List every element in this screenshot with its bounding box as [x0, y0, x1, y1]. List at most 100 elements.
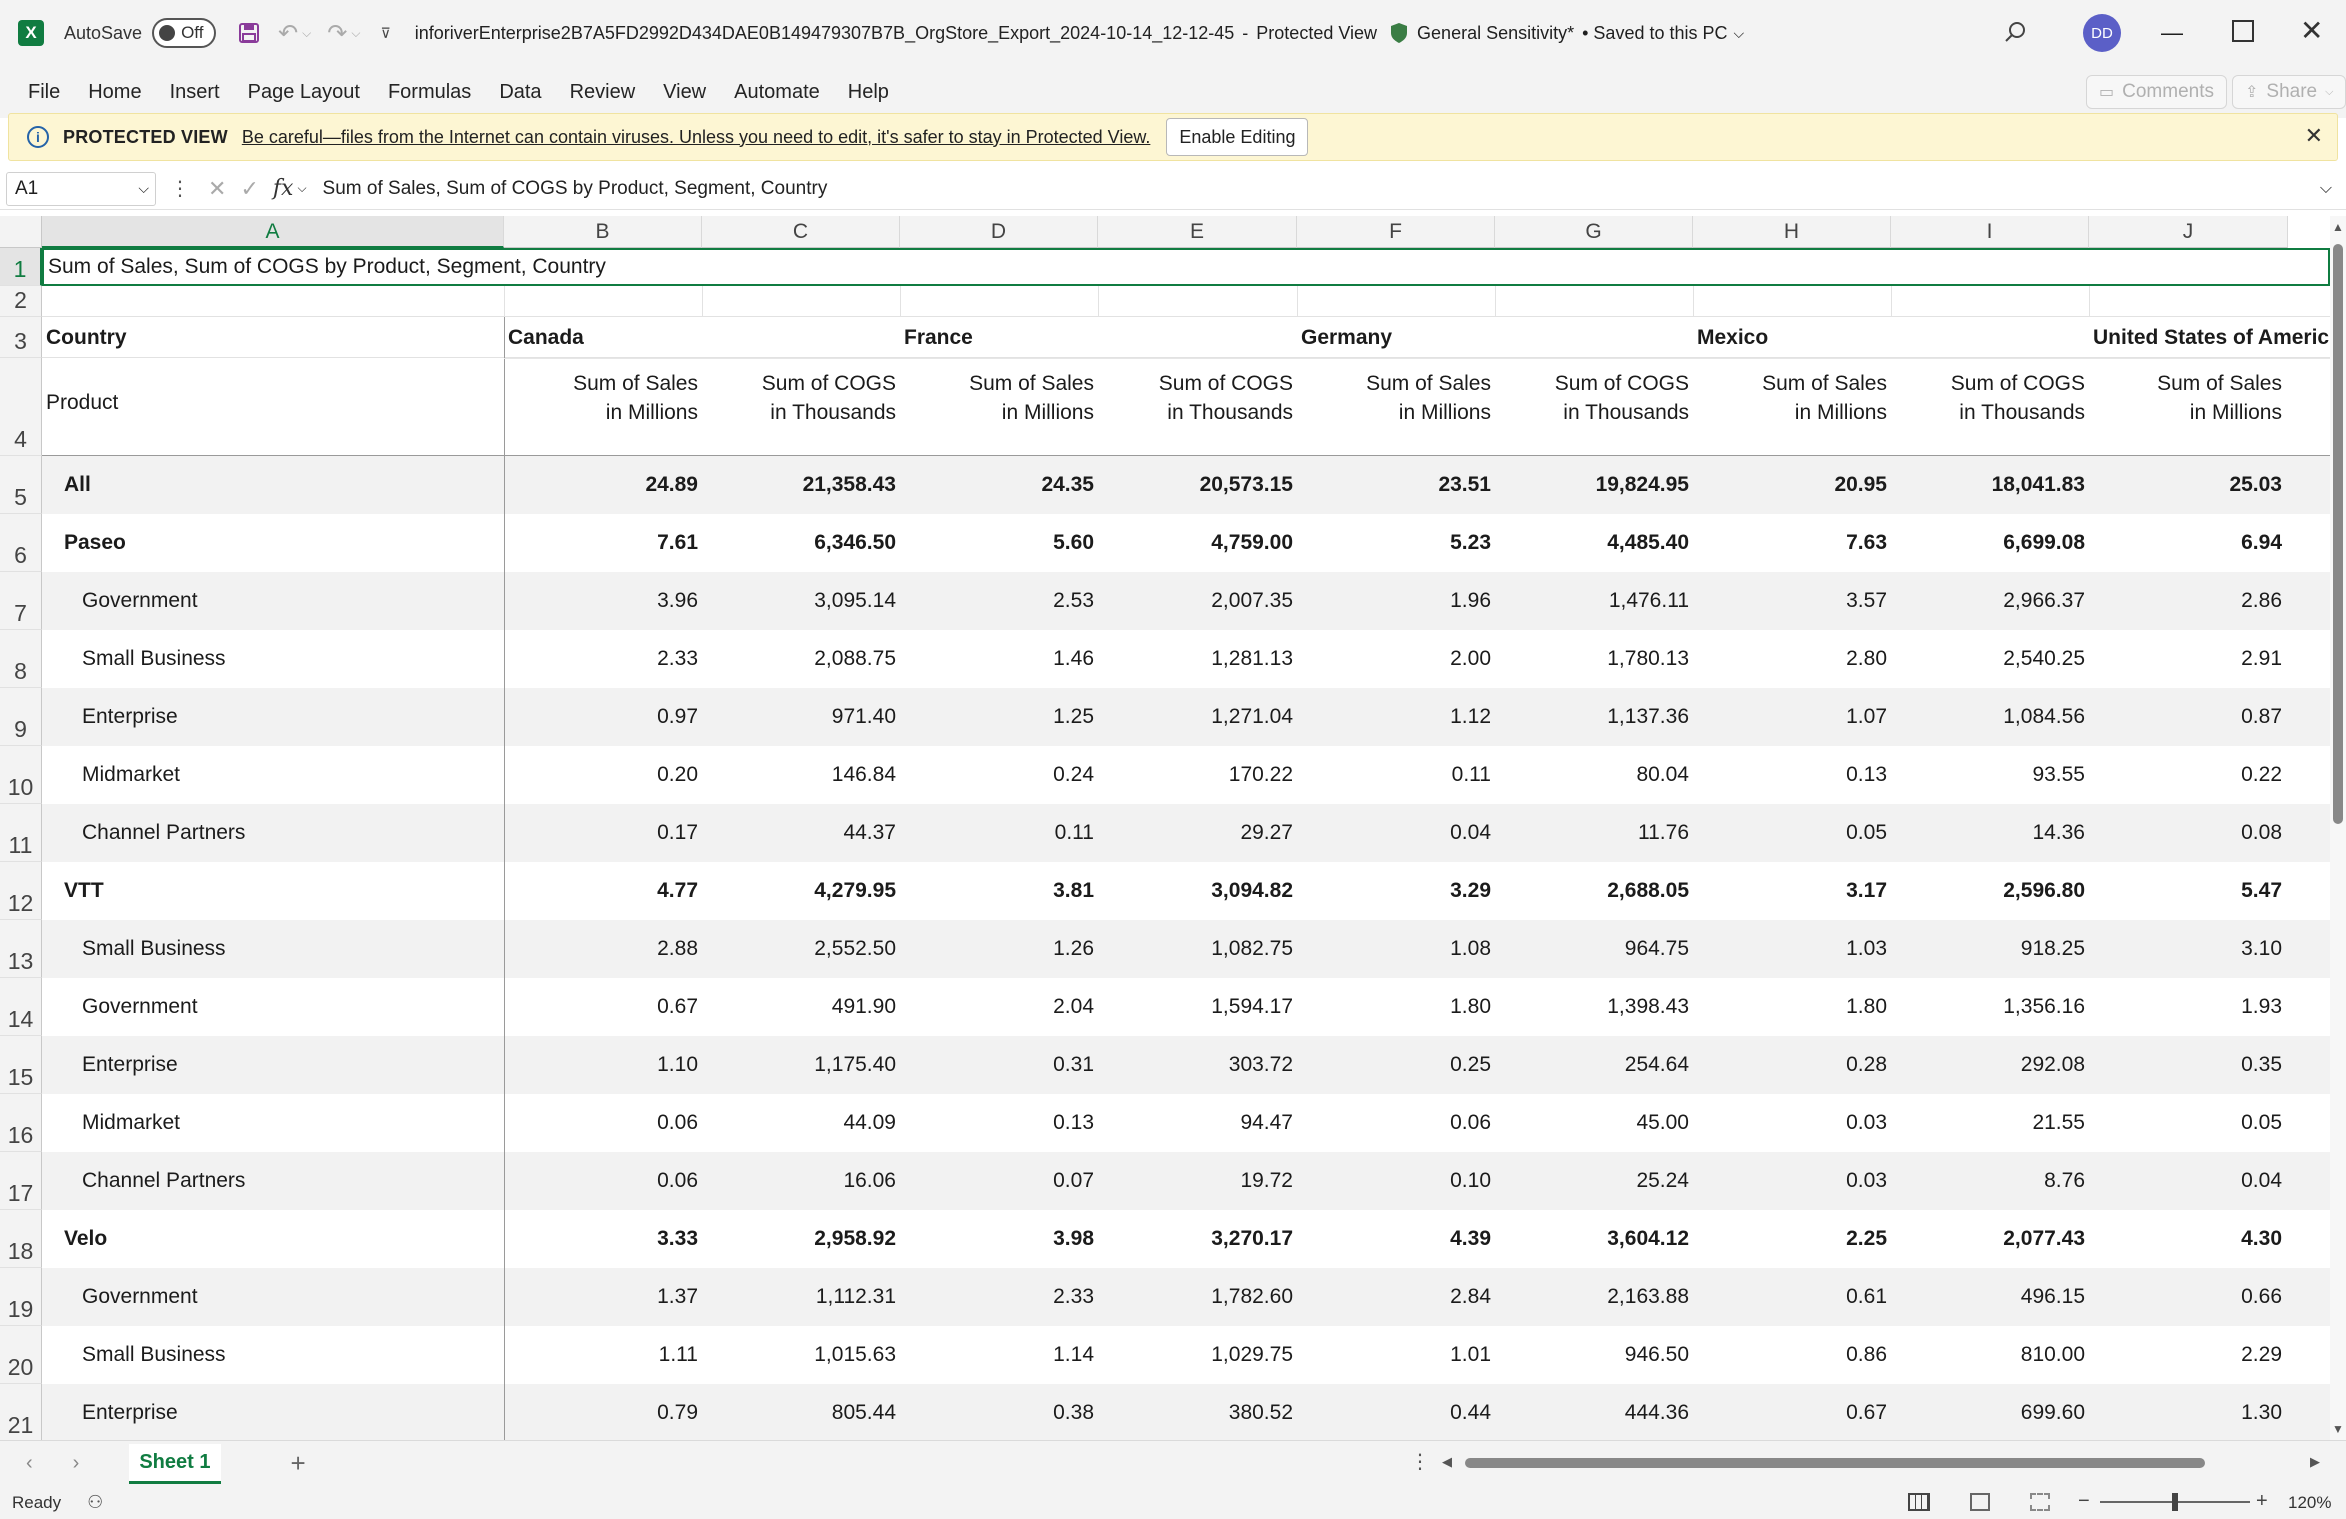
- data-cell[interactable]: 20,573.15: [1098, 456, 1297, 514]
- data-cell[interactable]: 18,041.83: [1891, 456, 2089, 514]
- redo-icon[interactable]: ↷: [327, 19, 347, 48]
- row-label[interactable]: Small Business: [82, 630, 502, 688]
- data-cell[interactable]: 3.29: [1297, 862, 1495, 920]
- data-cell[interactable]: 0.04: [1297, 804, 1495, 862]
- row-header-3[interactable]: 3: [0, 317, 42, 358]
- data-cell[interactable]: 25.24: [1495, 1152, 1693, 1210]
- row-header-2[interactable]: 2: [0, 286, 42, 317]
- data-cell[interactable]: 1.11: [504, 1326, 702, 1384]
- data-cell[interactable]: 4.39: [1297, 1210, 1495, 1268]
- data-cell[interactable]: 1,137.36: [1495, 688, 1693, 746]
- row-label[interactable]: Government: [82, 1268, 502, 1326]
- data-cell[interactable]: 0.67: [504, 978, 702, 1036]
- data-cell[interactable]: 1,112.31: [702, 1268, 900, 1326]
- enable-editing-button[interactable]: Enable Editing: [1166, 118, 1309, 156]
- data-cell[interactable]: 0.11: [1297, 746, 1495, 804]
- data-cell[interactable]: 1.46: [900, 630, 1098, 688]
- row-header-13[interactable]: 13: [0, 920, 42, 978]
- data-cell[interactable]: 0.06: [504, 1094, 702, 1152]
- data-cell[interactable]: 1,356.16: [1891, 978, 2089, 1036]
- data-cell[interactable]: 1.01: [1297, 1326, 1495, 1384]
- row-label[interactable]: Government: [82, 978, 502, 1036]
- data-cell[interactable]: 810.00: [1891, 1326, 2089, 1384]
- data-cell[interactable]: 1,398.43: [1495, 978, 1693, 1036]
- data-cell[interactable]: 2.00: [1297, 630, 1495, 688]
- column-header-i[interactable]: I: [1891, 216, 2089, 248]
- data-cell[interactable]: 3.81: [900, 862, 1098, 920]
- row-header-1[interactable]: 1: [0, 248, 42, 286]
- menu-review[interactable]: Review: [556, 81, 650, 104]
- data-cell[interactable]: 44.37: [702, 804, 900, 862]
- data-cell[interactable]: 4,485.40: [1495, 514, 1693, 572]
- insert-function-icon[interactable]: fx: [273, 176, 294, 201]
- row-label[interactable]: Paseo: [64, 514, 484, 572]
- scroll-left-icon[interactable]: ◀: [1442, 1454, 1452, 1470]
- data-cell[interactable]: 2,596.80: [1891, 862, 2089, 920]
- data-cell[interactable]: 3.98: [900, 1210, 1098, 1268]
- data-cell[interactable]: 2.53: [900, 572, 1098, 630]
- zoom-level[interactable]: 120%: [2288, 1493, 2331, 1513]
- data-cell[interactable]: 6,346.50: [702, 514, 900, 572]
- row-header-4[interactable]: 4: [0, 358, 42, 456]
- accessibility-icon[interactable]: ⚇: [87, 1492, 103, 1513]
- data-cell[interactable]: 2.91: [2089, 630, 2286, 688]
- data-cell[interactable]: 1.25: [900, 688, 1098, 746]
- data-cell[interactable]: 0.44: [1297, 1384, 1495, 1440]
- data-cell[interactable]: 6.94: [2089, 514, 2286, 572]
- data-cell[interactable]: 4.77: [504, 862, 702, 920]
- data-cell[interactable]: 0.87: [2089, 688, 2286, 746]
- data-cell[interactable]: 946.50: [1495, 1326, 1693, 1384]
- data-cell[interactable]: 2.33: [900, 1268, 1098, 1326]
- data-cell[interactable]: 3.10: [2089, 920, 2286, 978]
- save-status[interactable]: • Saved to this PC: [1582, 23, 1727, 44]
- data-cell[interactable]: 0.17: [504, 804, 702, 862]
- data-cell[interactable]: 29.27: [1098, 804, 1297, 862]
- data-cell[interactable]: 23.51: [1297, 456, 1495, 514]
- data-cell[interactable]: 4,759.00: [1098, 514, 1297, 572]
- data-cell[interactable]: 2.33: [504, 630, 702, 688]
- data-cell[interactable]: 0.86: [1693, 1326, 1891, 1384]
- data-cell[interactable]: 380.52: [1098, 1384, 1297, 1440]
- menu-formulas[interactable]: Formulas: [374, 81, 485, 104]
- row-header-11[interactable]: 11: [0, 804, 42, 862]
- normal-view-icon[interactable]: [1908, 1493, 1930, 1511]
- country-germany[interactable]: Germany: [1301, 323, 1691, 353]
- row-label[interactable]: Government: [82, 572, 502, 630]
- data-cell[interactable]: 0.03: [1693, 1152, 1891, 1210]
- data-cell[interactable]: 0.07: [900, 1152, 1098, 1210]
- zoom-in-icon[interactable]: +: [2256, 1490, 2268, 1513]
- undo-dropdown-icon[interactable]: ⌵: [302, 26, 311, 41]
- row-label[interactable]: Small Business: [82, 920, 502, 978]
- data-cell[interactable]: 0.22: [2089, 746, 2286, 804]
- page-break-view-icon[interactable]: [2030, 1493, 2050, 1511]
- data-cell[interactable]: 0.79: [504, 1384, 702, 1440]
- menu-help[interactable]: Help: [834, 81, 903, 104]
- data-cell[interactable]: 2.84: [1297, 1268, 1495, 1326]
- row-header-10[interactable]: 10: [0, 746, 42, 804]
- country-canada[interactable]: Canada: [508, 323, 898, 353]
- customize-toolbar-icon[interactable]: ⊽: [381, 25, 391, 42]
- zoom-slider[interactable]: [2100, 1493, 2250, 1511]
- data-cell[interactable]: 8.76: [1891, 1152, 2089, 1210]
- cogs-header-line1[interactable]: Sum of COGS: [1098, 370, 1297, 398]
- row-label[interactable]: Channel Partners: [82, 804, 502, 862]
- data-cell[interactable]: 0.06: [504, 1152, 702, 1210]
- row-label[interactable]: Midmarket: [82, 746, 502, 804]
- column-header-e[interactable]: E: [1098, 216, 1297, 248]
- data-cell[interactable]: 0.31: [900, 1036, 1098, 1094]
- scroll-up-icon[interactable]: ▲: [2332, 220, 2344, 234]
- enter-icon[interactable]: ✓: [240, 176, 258, 202]
- data-cell[interactable]: 1,782.60: [1098, 1268, 1297, 1326]
- data-cell[interactable]: 0.20: [504, 746, 702, 804]
- sensitivity-label[interactable]: General Sensitivity*: [1417, 23, 1574, 44]
- data-cell[interactable]: 0.05: [2089, 1094, 2286, 1152]
- data-cell[interactable]: 19,824.95: [1495, 456, 1693, 514]
- data-cell[interactable]: 7.63: [1693, 514, 1891, 572]
- select-all-corner[interactable]: [0, 216, 42, 248]
- data-cell[interactable]: 0.35: [2089, 1036, 2286, 1094]
- data-cell[interactable]: 0.08: [2089, 804, 2286, 862]
- data-cell[interactable]: 1.07: [1693, 688, 1891, 746]
- country-header[interactable]: Country: [46, 323, 496, 353]
- data-cell[interactable]: 1,175.40: [702, 1036, 900, 1094]
- data-cell[interactable]: 491.90: [702, 978, 900, 1036]
